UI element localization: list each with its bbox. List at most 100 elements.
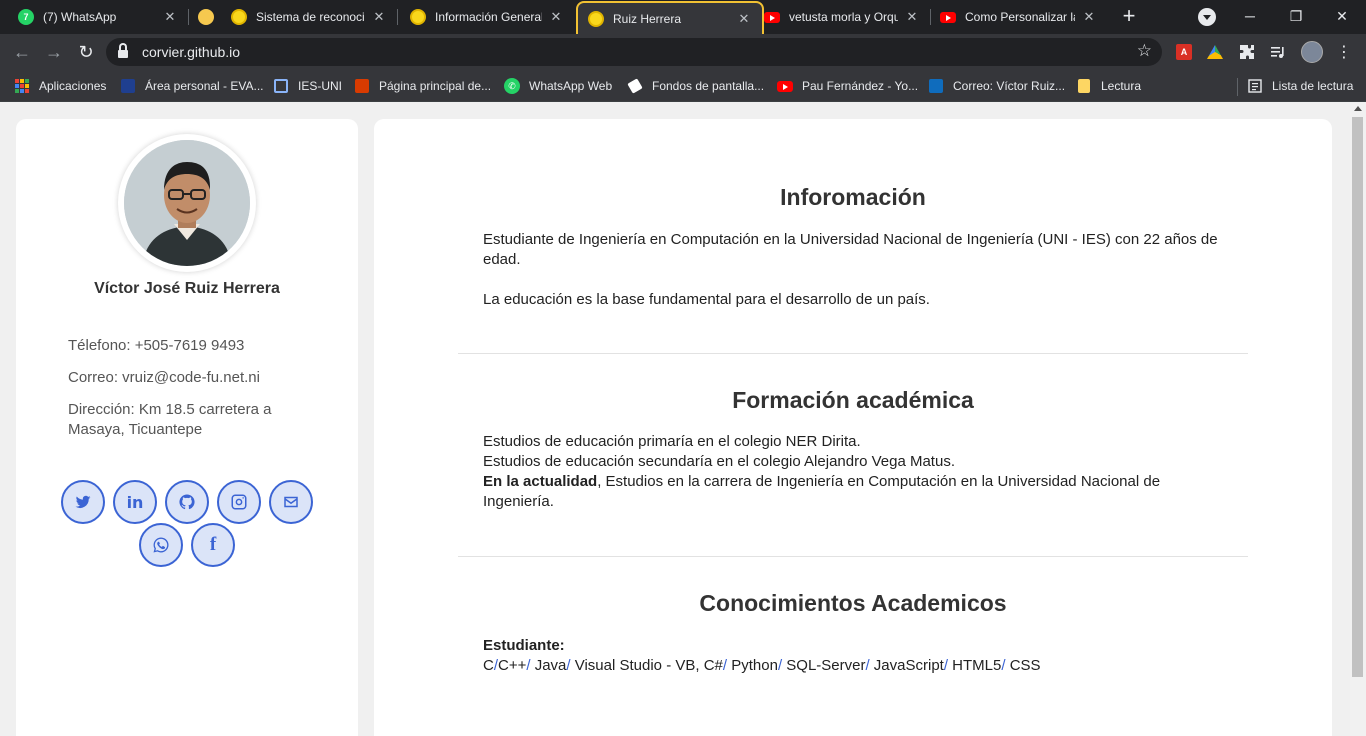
whatsapp-icon: 7 bbox=[18, 9, 34, 25]
skill-item: SQL-Server bbox=[782, 657, 866, 674]
close-window-button[interactable]: ✕ bbox=[1320, 4, 1364, 28]
tab-search-icon[interactable] bbox=[1198, 8, 1216, 26]
bookmark-correo[interactable]: Correo: Víctor Ruiz... bbox=[928, 77, 1065, 95]
close-icon[interactable]: ✕ bbox=[548, 9, 564, 25]
profile-card: Víctor José Ruiz Herrera Télefono: +505-… bbox=[16, 119, 358, 736]
extensions-puzzle-icon[interactable] bbox=[1237, 42, 1257, 62]
emoji-icon bbox=[231, 9, 247, 25]
skill-item: Java bbox=[530, 657, 567, 674]
skill-item: Python bbox=[727, 657, 778, 674]
bookmark-pau-fernandez[interactable]: Pau Fernández - Yo... bbox=[777, 77, 918, 95]
skill-item: C bbox=[483, 657, 494, 674]
tab-informacion[interactable]: Información General ✕ bbox=[398, 0, 574, 34]
skill-item: Visual Studio - VB, C# bbox=[570, 657, 723, 674]
back-arrow-icon[interactable]: ← bbox=[10, 40, 34, 64]
education-line: Estudios de educación primaría en el col… bbox=[483, 433, 861, 450]
instagram-icon[interactable] bbox=[217, 480, 261, 524]
bookmark-lectura[interactable]: Lectura bbox=[1076, 77, 1141, 95]
scroll-up-arrow-icon[interactable] bbox=[1354, 106, 1362, 111]
bookmark-label: WhatsApp Web bbox=[529, 79, 613, 93]
address-text: Dirección: Km 18.5 carretera a Masaya, T… bbox=[68, 401, 272, 438]
emphasis-text: En la actualidad bbox=[483, 473, 598, 490]
profile-photo bbox=[124, 140, 250, 266]
reading-list-label: Lista de lectura bbox=[1272, 79, 1354, 93]
new-tab-button[interactable]: + bbox=[1117, 5, 1141, 29]
pdf-extension-icon[interactable]: A bbox=[1176, 44, 1192, 60]
youtube-icon bbox=[940, 9, 956, 25]
skill-item: HTML5 bbox=[948, 657, 1002, 674]
tab-title: Información General bbox=[435, 10, 542, 24]
bookmark-fondos[interactable]: Fondos de pantalla... bbox=[627, 77, 764, 95]
bookmark-label: IES-UNI bbox=[298, 79, 343, 93]
page-viewport: Víctor José Ruiz Herrera Télefono: +505-… bbox=[0, 103, 1350, 736]
info-paragraph: Estudiante de Ingeniería en Computación … bbox=[483, 231, 1218, 268]
media-control-icon[interactable] bbox=[1268, 42, 1288, 62]
twitter-icon[interactable] bbox=[61, 480, 105, 524]
tab-title: vetusta morla y Orqu bbox=[789, 10, 898, 24]
drive-extension-icon[interactable] bbox=[1207, 45, 1223, 59]
page-scrollbar[interactable] bbox=[1350, 103, 1366, 736]
content-card: Inforomación Estudiante de Ingeniería en… bbox=[374, 119, 1332, 736]
reading-list-button[interactable]: Lista de lectura bbox=[1247, 77, 1353, 95]
tab-strip: 7 (7) WhatsApp ✕ Sistema de reconocim ✕ … bbox=[0, 0, 1366, 34]
tab-title: Sistema de reconocim bbox=[256, 10, 365, 24]
bookmark-label: Correo: Víctor Ruiz... bbox=[953, 79, 1066, 93]
github-icon[interactable] bbox=[165, 480, 209, 524]
bookmark-label: Aplicaciones bbox=[39, 79, 107, 93]
eva-icon bbox=[120, 78, 136, 94]
address-bar[interactable]: corvier.github.io ☆ bbox=[106, 38, 1162, 66]
bookmark-office[interactable]: Página principal de... bbox=[354, 77, 491, 95]
tab-pinned[interactable] bbox=[189, 0, 219, 34]
bookmark-separator bbox=[1237, 78, 1238, 96]
minimize-button[interactable]: ─ bbox=[1228, 4, 1272, 28]
skills-list: C/C++/ Java/ Visual Studio - VB, C#/ Pyt… bbox=[483, 657, 1041, 674]
skills-section-title: Conocimientos Academicos bbox=[699, 590, 1007, 616]
url-text[interactable]: corvier.github.io bbox=[142, 44, 240, 60]
menu-kebab-icon[interactable]: ⋮ bbox=[1334, 42, 1354, 62]
facebook-icon[interactable]: f bbox=[191, 523, 235, 567]
scrollbar-thumb[interactable] bbox=[1352, 117, 1363, 677]
skill-item: C++ bbox=[498, 657, 527, 674]
forward-arrow-icon[interactable]: → bbox=[42, 40, 66, 64]
tab-personalizar[interactable]: Como Personalizar la ✕ bbox=[931, 0, 1107, 34]
skills-paragraph: Estudiante: C/C++/ Java/ Visual Studio -… bbox=[483, 636, 1233, 676]
bookmark-star-icon[interactable]: ☆ bbox=[1137, 41, 1152, 61]
phone-text: Télefono: +505-7619 9493 bbox=[68, 337, 245, 354]
close-icon[interactable]: ✕ bbox=[904, 9, 920, 25]
linkedin-icon[interactable]: in bbox=[113, 480, 157, 524]
whatsapp-icon: ✆ bbox=[504, 78, 520, 94]
bookmark-whatsapp-web[interactable]: ✆ WhatsApp Web bbox=[504, 77, 612, 95]
section-divider bbox=[458, 353, 1248, 354]
toolbar: ← → ↻ corvier.github.io ☆ A ⋮ bbox=[0, 34, 1366, 70]
close-icon[interactable]: ✕ bbox=[736, 11, 752, 27]
tab-sistema[interactable]: Sistema de reconocim ✕ bbox=[219, 0, 397, 34]
emoji-icon bbox=[588, 10, 604, 27]
close-icon[interactable]: ✕ bbox=[371, 9, 387, 25]
tab-vetusta[interactable]: vetusta morla y Orqu ✕ bbox=[764, 0, 930, 34]
yellow-circle-icon bbox=[198, 9, 214, 25]
apps-grid-icon bbox=[14, 78, 30, 94]
education-section-title: Formación académica bbox=[732, 387, 974, 413]
info-paragraph-2: La educación es la base fundamental para… bbox=[483, 291, 930, 308]
close-icon[interactable]: ✕ bbox=[1081, 9, 1097, 25]
bookmark-label: Fondos de pantalla... bbox=[652, 79, 765, 93]
reload-icon[interactable]: ↻ bbox=[74, 40, 98, 64]
education-paragraph: Estudios de educación primaría en el col… bbox=[483, 432, 1233, 512]
email-icon[interactable] bbox=[269, 480, 313, 524]
lock-icon[interactable] bbox=[118, 43, 128, 58]
whatsapp-icon[interactable] bbox=[139, 523, 183, 567]
bookmark-aplicaciones[interactable]: Aplicaciones bbox=[14, 77, 106, 95]
emoji-icon bbox=[410, 9, 426, 25]
bookmark-eva[interactable]: Área personal - EVA... bbox=[120, 77, 264, 95]
office-icon bbox=[354, 78, 370, 94]
tab-whatsapp[interactable]: 7 (7) WhatsApp ✕ bbox=[0, 0, 188, 34]
restore-button[interactable]: ❐ bbox=[1274, 4, 1318, 28]
folder-icon bbox=[1076, 78, 1092, 94]
tab-ruiz-herrera[interactable]: Ruiz Herrera ✕ bbox=[576, 1, 764, 34]
profile-avatar-icon[interactable] bbox=[1301, 41, 1323, 63]
bookmark-ies-uni[interactable]: IES-UNI bbox=[273, 77, 342, 95]
close-icon[interactable]: ✕ bbox=[162, 9, 178, 25]
avatar bbox=[118, 134, 256, 272]
info-section-title: Inforomación bbox=[780, 184, 926, 210]
outlook-icon bbox=[928, 78, 944, 94]
